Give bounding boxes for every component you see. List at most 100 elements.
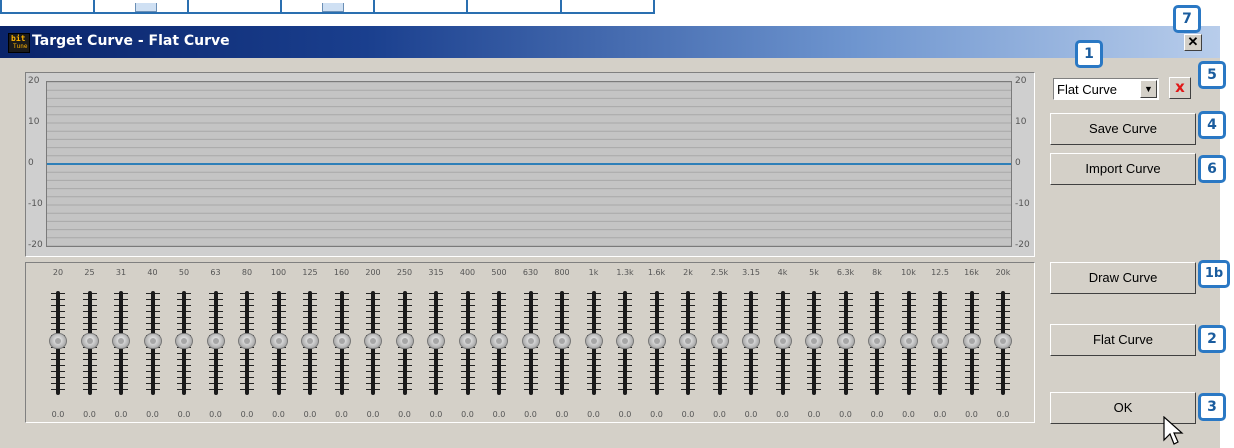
eq-band-slider[interactable] [143,287,163,399]
delete-curve-button[interactable]: x [1169,77,1191,99]
close-button[interactable]: ✕ [1184,34,1202,51]
slider-thumb[interactable] [112,333,130,349]
eq-frequency-label: 315 [428,268,444,277]
slider-thumb[interactable] [868,333,886,349]
eq-frequency-label: 800 [554,268,570,277]
flat-curve-button[interactable]: Flat Curve [1050,324,1196,356]
slider-thumb[interactable] [805,333,823,349]
slider-thumb[interactable] [80,333,99,349]
eq-band-slider[interactable] [269,287,289,399]
eq-band-slider[interactable] [521,287,541,399]
eq-band-slider[interactable] [458,287,478,399]
eq-frequency-label: 500 [491,268,507,277]
eq-frequency-label: 16k [964,268,979,277]
eq-band-slider[interactable] [426,287,446,399]
eq-frequency-label: 2.5k [710,268,729,277]
eq-band-slider[interactable] [615,287,635,399]
eq-band-slider[interactable] [899,287,919,399]
slider-thumb[interactable] [238,333,256,349]
slider-thumb[interactable] [616,333,634,349]
eq-band-slider[interactable] [111,287,131,399]
slider-thumb[interactable] [679,333,697,349]
slider-thumb[interactable] [427,333,445,349]
mouse-cursor-icon [1163,416,1184,445]
eq-gain-value: 0.0 [429,410,443,419]
slider-thumb[interactable] [143,333,162,349]
eq-band-slider[interactable] [363,287,383,399]
eq-band-slider[interactable] [206,287,226,399]
slider-thumb[interactable] [49,333,67,349]
save-curve-button[interactable]: Save Curve [1050,113,1196,145]
slider-thumb[interactable] [773,333,792,349]
eq-gain-value: 0.0 [681,410,695,419]
slider-thumb[interactable] [364,333,382,349]
draw-curve-button[interactable]: Draw Curve [1050,262,1196,294]
eq-band-slider[interactable] [773,287,793,399]
eq-band-slider[interactable] [836,287,856,399]
eq-band-slider[interactable] [395,287,415,399]
eq-frequency-label: 630 [522,268,539,277]
slider-thumb[interactable] [206,333,225,349]
eq-band-slider[interactable] [332,287,352,399]
eq-band-slider[interactable] [678,287,698,399]
slider-thumb[interactable] [521,333,540,349]
eq-band-slider[interactable] [174,287,194,399]
eq-band-slider[interactable] [237,287,257,399]
slider-thumb[interactable] [584,333,603,349]
eq-band-slider[interactable] [48,287,68,399]
eq-gain-value: 0.0 [335,410,348,419]
eq-frequency-label: 1.3k [616,268,634,277]
slider-thumb[interactable] [899,333,918,349]
slider-thumb[interactable] [553,333,571,349]
eq-band-slider[interactable] [962,287,982,399]
eq-frequency-label: 40 [147,268,158,277]
curve-select-value: Flat Curve [1057,82,1117,97]
eq-band-slider[interactable] [741,287,761,399]
eq-band-slider[interactable] [710,287,730,399]
eq-gain-value: 0.0 [209,410,222,419]
slider-thumb[interactable] [962,333,981,349]
slider-thumb[interactable] [269,333,288,349]
strip-cell [562,0,653,12]
import-curve-button[interactable]: Import Curve [1050,153,1196,185]
eq-gain-value: 0.0 [996,410,1010,419]
eq-frequency-label: 100 [270,268,287,277]
eq-band-slider[interactable] [300,287,320,399]
eq-band-slider[interactable] [552,287,572,399]
slider-thumb[interactable] [994,333,1012,349]
eq-gain-value: 0.0 [272,410,285,419]
strip-cell [95,0,189,12]
slider-thumb[interactable] [710,333,729,349]
eq-band-slider[interactable] [647,287,667,399]
slider-thumb[interactable] [395,333,414,349]
eq-frequency-label: 25 [84,268,95,277]
slider-thumb[interactable] [490,333,508,349]
slider-thumb[interactable] [647,333,666,349]
y-tick-label-left: -20 [28,240,43,250]
eq-band-slider[interactable] [489,287,509,399]
slider-thumb[interactable] [931,333,949,349]
slider-thumb[interactable] [332,333,351,349]
eq-gain-value: 0.0 [461,410,474,419]
eq-band-slider[interactable] [80,287,100,399]
eq-gain-value: 0.0 [303,410,317,419]
eq-band-slider[interactable] [804,287,824,399]
eq-band-slider[interactable] [584,287,604,399]
slider-thumb[interactable] [836,333,855,349]
eq-frequency-label: 250 [396,268,413,277]
eq-frequency-label: 20 [52,268,64,277]
eq-band-slider[interactable] [993,287,1013,399]
eq-band-slider[interactable] [867,287,887,399]
eq-gain-value: 0.0 [177,410,191,419]
eq-frequency-label: 50 [178,268,190,277]
slider-thumb[interactable] [742,333,760,349]
eq-frequency-label: 400 [459,268,476,277]
curve-graph[interactable] [46,81,1012,247]
slider-thumb[interactable] [301,333,319,349]
curve-select[interactable]: Flat Curve ▼ [1053,78,1159,100]
slider-thumb[interactable] [458,333,477,349]
title-bar[interactable]: bit Tune Target Curve - Flat Curve ✕ [0,26,1220,58]
chevron-down-icon[interactable]: ▼ [1140,80,1157,98]
slider-thumb[interactable] [175,333,193,349]
eq-band-slider[interactable] [930,287,950,399]
